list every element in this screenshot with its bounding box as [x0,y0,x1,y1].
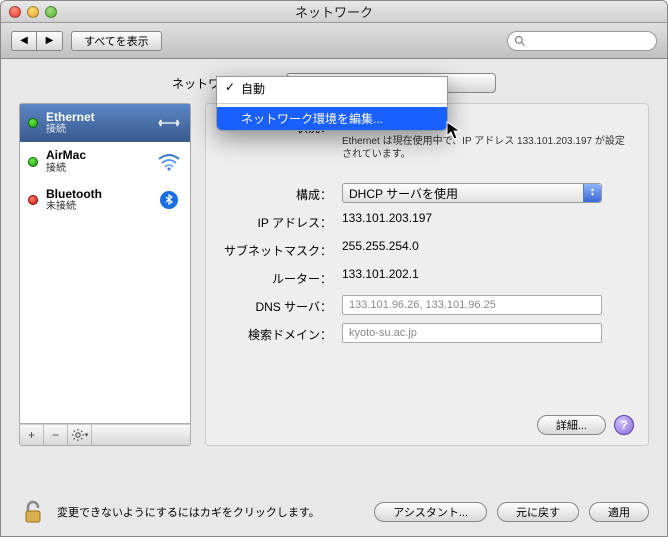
apply-button[interactable]: 適用 [589,502,649,522]
status-dot-icon [28,118,38,128]
service-name: Bluetooth [46,187,148,201]
subnet-value: 255.255.254.0 [342,239,632,253]
router-label: ルーター： [222,267,332,287]
help-button[interactable]: ? [614,415,634,435]
action-menu-button[interactable]: ▾ [68,425,92,445]
dropdown-item-auto[interactable]: 自動 [217,77,447,100]
subnet-label: サブネットマスク： [222,239,332,259]
ip-value: 133.101.203.197 [342,211,632,225]
gear-icon [71,428,85,442]
back-button[interactable]: ◀ [11,31,37,51]
assistant-button[interactable]: アシスタント... [374,502,487,522]
dropdown-separator [217,103,447,104]
toolbar: ◀ ▶ すべてを表示 [1,23,667,59]
ethernet-icon [156,113,182,133]
router-value: 133.101.202.1 [342,267,632,281]
service-status: 未接続 [46,201,148,213]
revert-button[interactable]: 元に戻す [497,502,579,522]
service-ethernet[interactable]: Ethernet 接続 [20,104,190,142]
service-bluetooth[interactable]: Bluetooth 未接続 [20,181,190,219]
status-dot-icon [28,157,38,167]
minimize-icon[interactable] [27,6,39,18]
location-dropdown: 自動 ネットワーク環境を編集... [216,76,448,131]
config-select[interactable]: DHCP サーバを使用 [342,183,602,203]
window-title: ネットワーク [1,2,667,21]
search-domain-input[interactable]: kyoto-su.ac.jp [342,323,602,343]
config-value: DHCP サーバを使用 [349,185,458,202]
status-desc: Ethernet は現在使用中で、IP アドレス 133.101.203.197… [342,135,632,161]
advanced-button[interactable]: 詳細... [537,415,606,435]
show-all-button[interactable]: すべてを表示 [71,31,162,51]
config-label: 構成： [222,183,332,203]
bluetooth-icon [156,190,182,210]
cursor-icon [446,121,462,141]
status-dot-icon [28,195,38,205]
service-name: Ethernet [46,110,148,124]
ip-label: IP アドレス： [222,211,332,231]
search-input[interactable] [507,31,657,51]
dns-input[interactable]: 133.101.96.26, 133.101.96.25 [342,295,602,315]
search-domain-label: 検索ドメイン： [222,323,332,343]
titlebar: ネットワーク [1,1,667,23]
wifi-icon [156,152,182,172]
search-icon [514,35,526,47]
add-service-button[interactable]: + [20,425,44,445]
service-list: Ethernet 接続 AirMac 接続 [19,103,191,424]
service-status: 接続 [46,163,148,175]
dns-label: DNS サーバ： [222,295,332,315]
forward-button[interactable]: ▶ [37,31,63,51]
dropdown-item-edit[interactable]: ネットワーク環境を編集... [217,107,447,130]
detail-panel: 状況： 接続 Ethernet は現在使用中で、IP アドレス 133.101.… [205,103,649,446]
service-airmac[interactable]: AirMac 接続 [20,142,190,180]
lock-icon[interactable] [19,498,47,526]
remove-service-button[interactable]: − [44,425,68,445]
lock-text: 変更できないようにするにはカギをクリックします。 [57,504,364,520]
zoom-icon[interactable] [45,6,57,18]
service-status: 接続 [46,124,148,136]
service-name: AirMac [46,148,148,162]
close-icon[interactable] [9,6,21,18]
